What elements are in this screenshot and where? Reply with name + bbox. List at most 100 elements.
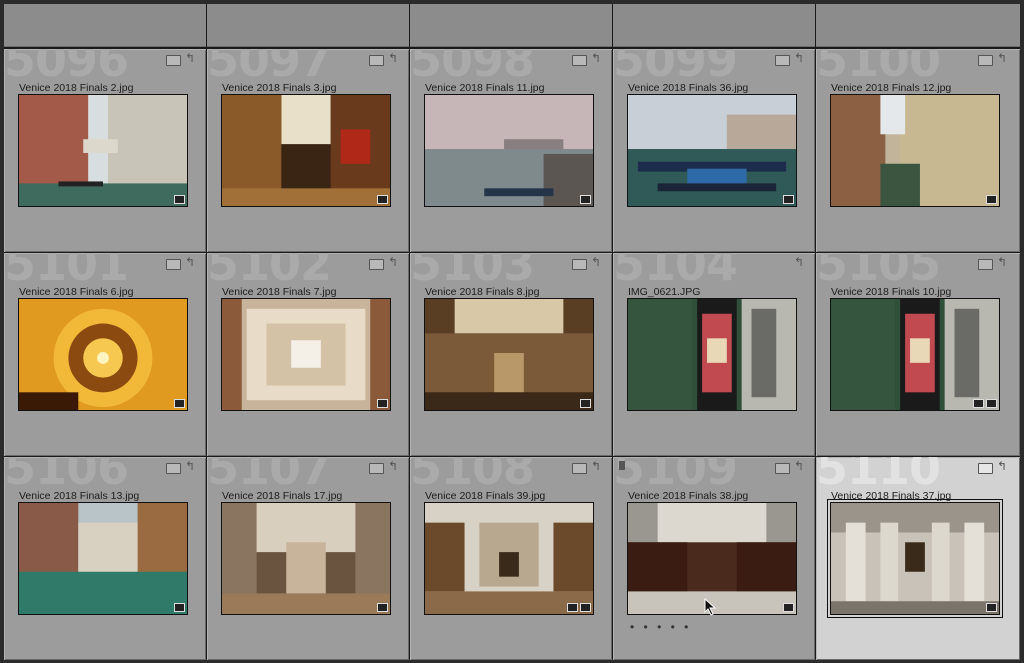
grid-cell-partial[interactable] (613, 4, 815, 47)
grid-cell[interactable]: 5098 ↰ Venice 2018 Finals 11.jpg (410, 49, 612, 252)
cell-index-number: 5105 (816, 253, 941, 291)
edited-badge-icon[interactable] (377, 603, 388, 612)
thumbnail-filename: IMG_0621.JPG (628, 286, 701, 298)
cell-index-number: 5102 (207, 253, 332, 291)
rotate-icon[interactable]: ↰ (185, 256, 195, 268)
rotate-icon[interactable]: ↰ (794, 460, 804, 472)
metadata-badge-icon[interactable] (978, 463, 993, 474)
grid-top-row (4, 4, 1020, 48)
grid-cell[interactable]: 5103 ↰ Venice 2018 Finals 8.jpg (410, 253, 612, 456)
edited-badge-icon[interactable] (783, 603, 794, 612)
metadata-badge-icon[interactable] (166, 55, 181, 66)
cell-index-number: 5097 (207, 49, 332, 87)
grid-cell[interactable]: 5102 ↰ Venice 2018 Finals 7.jpg (207, 253, 409, 456)
metadata-badge-icon[interactable] (369, 55, 384, 66)
grid-cell[interactable]: 5106 ↰ Venice 2018 Finals 13.jpg (4, 457, 206, 660)
metadata-badge-icon[interactable] (775, 55, 790, 66)
photo-thumbnail[interactable] (18, 298, 188, 411)
thumbnail-filename: Venice 2018 Finals 13.jpg (19, 490, 140, 502)
metadata-badge-icon[interactable] (978, 259, 993, 270)
cell-index-number: 5110 (816, 457, 941, 495)
metadata-badge-icon[interactable] (572, 463, 587, 474)
edited-badge-icon[interactable] (377, 195, 388, 204)
thumbnail-filename: Venice 2018 Finals 36.jpg (628, 82, 749, 94)
rotate-icon[interactable]: ↰ (388, 460, 398, 472)
cell-index-number: 5108 (410, 457, 535, 495)
cell-index-number: 5100 (816, 49, 941, 87)
grid-cell[interactable]: 5104 ↰ IMG_0621.JPG (613, 253, 815, 456)
photo-thumbnail[interactable] (18, 502, 188, 615)
edited-badge-icon[interactable] (783, 195, 794, 204)
photo-thumbnail[interactable] (424, 502, 594, 615)
rotate-icon[interactable]: ↰ (185, 460, 195, 472)
star-rating-dots[interactable]: • • • • • (630, 620, 691, 634)
photo-thumbnail[interactable] (221, 94, 391, 207)
grid-cell[interactable]: 5108 ↰ Venice 2018 Finals 39.jpg (410, 457, 612, 660)
rotate-icon[interactable]: ↰ (794, 52, 804, 64)
cell-index-number: 5101 (4, 253, 129, 291)
grid-cell-partial[interactable] (410, 4, 612, 47)
grid-cell[interactable]: 5096 ↰ Venice 2018 Finals 2.jpg (4, 49, 206, 252)
photo-thumbnail[interactable] (627, 94, 797, 207)
crop-badge-icon[interactable] (973, 399, 984, 408)
edited-badge-icon[interactable] (986, 195, 997, 204)
thumbnail-filename: Venice 2018 Finals 17.jpg (222, 490, 343, 502)
grid-cell[interactable]: 5107 ↰ Venice 2018 Finals 17.jpg (207, 457, 409, 660)
rotate-icon[interactable]: ↰ (794, 256, 804, 268)
metadata-badge-icon[interactable] (369, 259, 384, 270)
grid-cell[interactable]: 5105 ↰ Venice 2018 Finals 10.jpg (816, 253, 1020, 456)
grid-cell-partial[interactable] (207, 4, 409, 47)
edited-badge-icon[interactable] (174, 603, 185, 612)
rotate-icon[interactable]: ↰ (388, 256, 398, 268)
photo-thumbnail[interactable] (18, 94, 188, 207)
metadata-badge-icon[interactable] (166, 463, 181, 474)
metadata-badge-icon[interactable] (369, 463, 384, 474)
edited-badge-icon[interactable] (580, 195, 591, 204)
metadata-badge-icon[interactable] (775, 463, 790, 474)
rotate-icon[interactable]: ↰ (997, 256, 1007, 268)
thumbnail-filename: Venice 2018 Finals 2.jpg (19, 82, 134, 94)
photo-thumbnail[interactable] (424, 298, 594, 411)
metadata-badge-icon[interactable] (978, 55, 993, 66)
metadata-badge-icon[interactable] (166, 259, 181, 270)
metadata-badge-icon[interactable] (572, 55, 587, 66)
edited-badge-icon[interactable] (174, 399, 185, 408)
rotate-icon[interactable]: ↰ (388, 52, 398, 64)
grid-cell-partial[interactable] (816, 4, 1020, 47)
photo-thumbnail[interactable] (627, 298, 797, 411)
rotate-icon[interactable]: ↰ (591, 256, 601, 268)
crop-badge-icon[interactable] (567, 603, 578, 612)
thumbnail-filename: Venice 2018 Finals 8.jpg (425, 286, 540, 298)
thumbnail-filename: Venice 2018 Finals 39.jpg (425, 490, 546, 502)
edited-badge-icon[interactable] (377, 399, 388, 408)
thumbnail-filename: Venice 2018 Finals 37.jpg (831, 490, 952, 502)
rotate-icon[interactable]: ↰ (185, 52, 195, 64)
grid-cell[interactable]: 5097 ↰ Venice 2018 Finals 3.jpg (207, 49, 409, 252)
edited-badge-icon[interactable] (986, 399, 997, 408)
edited-badge-icon[interactable] (580, 603, 591, 612)
cell-index-number: 5109 (613, 457, 738, 495)
edited-badge-icon[interactable] (174, 195, 185, 204)
rotate-icon[interactable]: ↰ (591, 460, 601, 472)
metadata-badge-icon[interactable] (572, 259, 587, 270)
edited-badge-icon[interactable] (986, 603, 997, 612)
grid-cell-partial[interactable] (4, 4, 206, 47)
photo-thumbnail[interactable] (424, 94, 594, 207)
grid-cell[interactable]: 5099 ↰ Venice 2018 Finals 36.jpg (613, 49, 815, 252)
rotate-icon[interactable]: ↰ (591, 52, 601, 64)
thumbnail-filename: Venice 2018 Finals 10.jpg (831, 286, 952, 298)
grid-cell[interactable]: 5101 ↰ Venice 2018 Finals 6.jpg (4, 253, 206, 456)
photo-thumbnail[interactable] (827, 499, 1003, 618)
flag-icon[interactable] (619, 461, 625, 470)
grid-cell[interactable]: 5110 ↰ Venice 2018 Finals 37.jpg (816, 457, 1020, 660)
grid-cell[interactable]: 5100 ↰ Venice 2018 Finals 12.jpg (816, 49, 1020, 252)
grid-cell[interactable]: 5109 ↰ Venice 2018 Finals 38.jpg • • • • • (613, 457, 815, 660)
photo-thumbnail[interactable] (221, 502, 391, 615)
photo-thumbnail[interactable] (830, 94, 1000, 207)
rotate-icon[interactable]: ↰ (997, 460, 1007, 472)
rotate-icon[interactable]: ↰ (997, 52, 1007, 64)
photo-thumbnail[interactable] (830, 298, 1000, 411)
photo-thumbnail[interactable] (221, 298, 391, 411)
thumbnail-filename: Venice 2018 Finals 3.jpg (222, 82, 337, 94)
edited-badge-icon[interactable] (580, 399, 591, 408)
